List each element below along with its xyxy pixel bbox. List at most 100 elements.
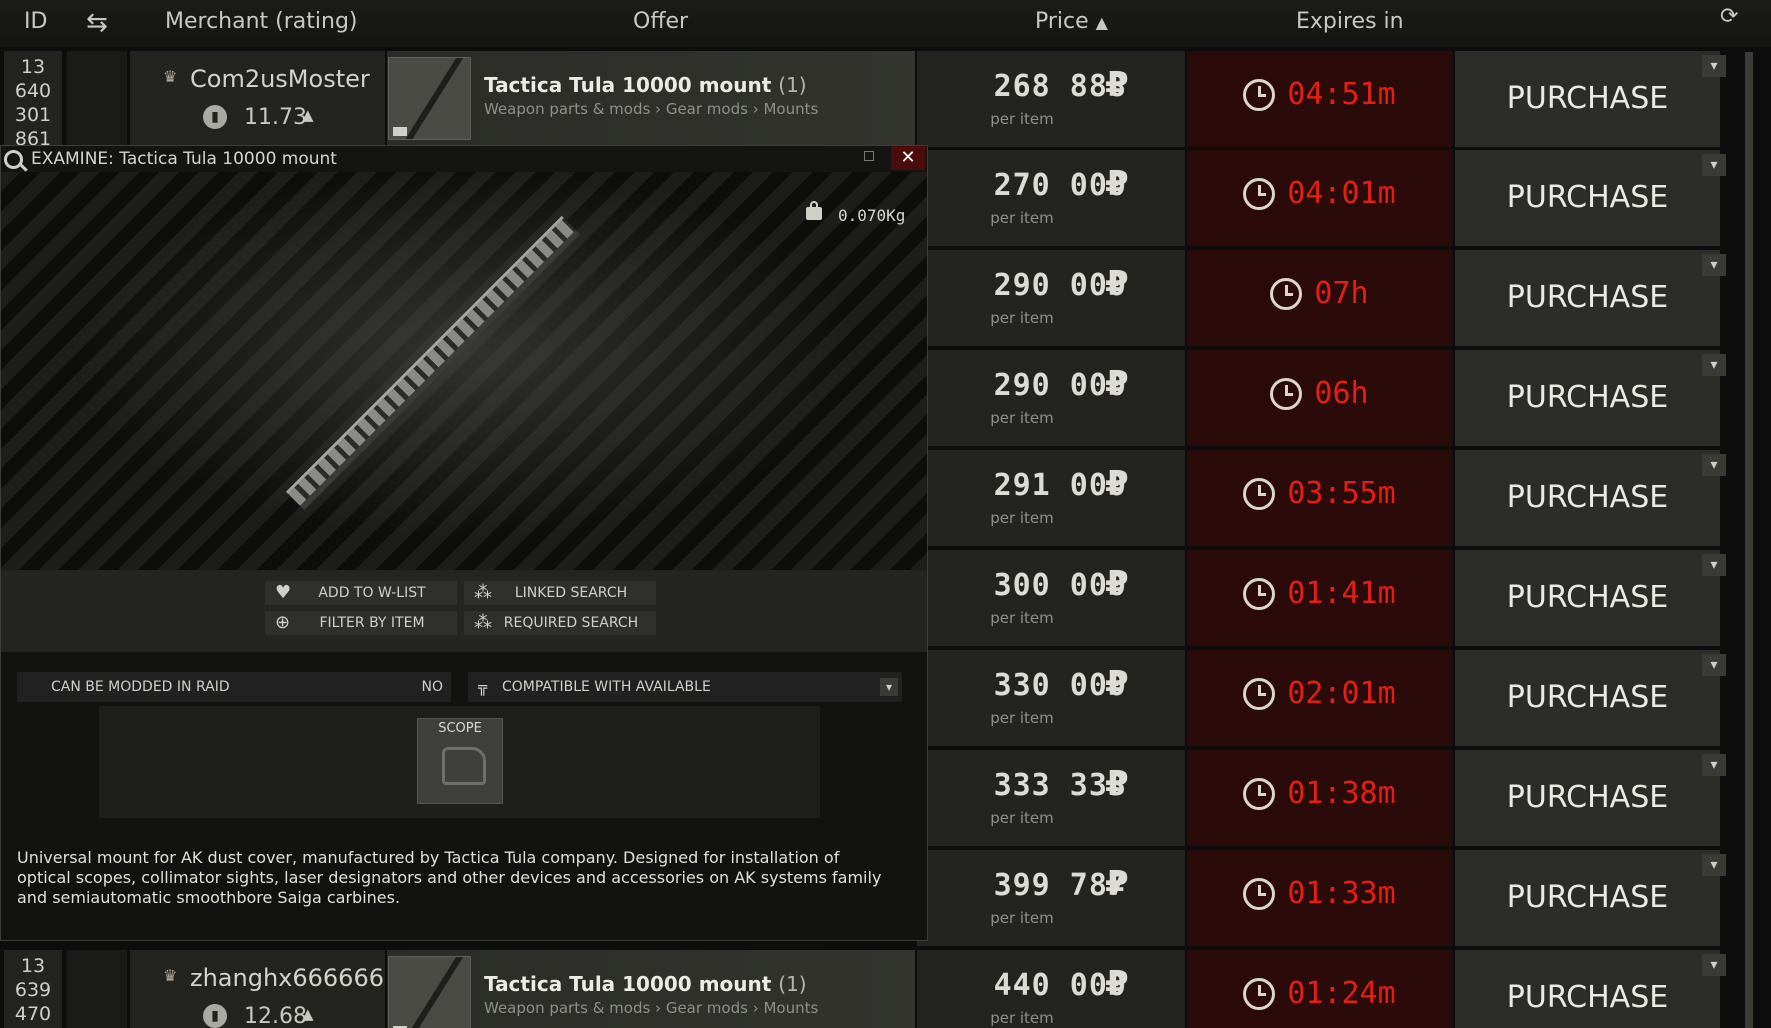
per-item-label: per item <box>990 709 1054 727</box>
circular-arrow-icon[interactable]: ⟳ <box>1720 4 1738 29</box>
offer-id: 13 640 301 861 <box>4 51 62 147</box>
ruble-icon: ₽ <box>1105 864 1129 904</box>
ruble-icon: ₽ <box>1105 664 1129 704</box>
purchase-button[interactable]: PURCHASE <box>1455 550 1720 646</box>
item-3d-view[interactable]: 0.070Kg <box>1 172 927 570</box>
scope-slot-icon <box>442 747 486 785</box>
col-offer-header[interactable]: Offer <box>633 9 688 34</box>
per-item-label: per item <box>990 609 1054 627</box>
ruble-icon: ₽ <box>1105 65 1129 105</box>
merchant-name[interactable]: zhanghx666666 <box>190 964 384 992</box>
price-cell: 330 000 ₽ per item <box>917 650 1185 746</box>
filter-by-item-button[interactable]: ⊕ FILTER BY ITEM <box>265 611 457 635</box>
ruble-icon: ₽ <box>1105 564 1129 604</box>
expires-value: 01:38m <box>1287 776 1396 811</box>
purchase-button[interactable]: PURCHASE <box>1455 750 1720 846</box>
refresh-swap-icon[interactable]: ⇆ <box>86 8 108 38</box>
compatible-label: COMPATIBLE WITH AVAILABLE <box>502 679 711 695</box>
offer-id: 13 639 470 <box>4 950 62 1028</box>
expires-value: 02:01m <box>1287 676 1396 711</box>
expires-cell: 01:33m <box>1187 850 1452 946</box>
examine-details: CAN BE MODDED IN RAID NO ╦ COMPATIBLE WI… <box>1 652 927 940</box>
chevron-down-icon[interactable]: ▾ <box>1702 55 1726 77</box>
expires-cell: 02:01m <box>1187 650 1452 746</box>
price-cell: 300 000 ₽ per item <box>917 550 1185 646</box>
expires-cell: 01:41m <box>1187 550 1452 646</box>
price-value: 268 888 <box>993 69 1127 104</box>
col-merchant-header[interactable]: Merchant (rating) <box>165 9 358 34</box>
chevron-down-icon[interactable]: ▾ <box>1702 854 1726 876</box>
chevron-down-icon[interactable]: ▾ <box>880 678 898 696</box>
price-value: 290 000 <box>993 368 1127 403</box>
col-id-header[interactable]: ID <box>24 9 47 34</box>
chevron-down-icon[interactable]: ▾ <box>1702 554 1726 576</box>
item-thumbnail[interactable] <box>388 956 471 1028</box>
chevron-down-icon[interactable]: ▾ <box>1702 954 1726 976</box>
offer-title-text: Tactica Tula 10000 mount <box>484 972 772 996</box>
scrollbar-thumb[interactable] <box>1745 52 1753 1028</box>
per-item-label: per item <box>990 110 1054 128</box>
scope-slot[interactable]: SCOPE <box>417 718 503 804</box>
purchase-button[interactable]: PURCHASE <box>1455 850 1720 946</box>
purchase-button[interactable]: PURCHASE <box>1455 450 1720 546</box>
purchase-button[interactable]: PURCHASE <box>1455 350 1720 446</box>
chevron-down-icon[interactable]: ▾ <box>1702 654 1726 676</box>
modded-in-raid-value: NO <box>421 679 444 695</box>
weight-icon <box>806 201 822 220</box>
purchase-button[interactable]: PURCHASE <box>1455 150 1720 246</box>
offer-id-part: 861 <box>14 128 52 147</box>
offer-id-part: 13 <box>20 56 46 78</box>
magnifier-icon <box>4 150 23 169</box>
per-item-label: per item <box>990 409 1054 427</box>
price-cell: 440 000 ₽ per item <box>917 950 1185 1028</box>
purchase-button[interactable]: PURCHASE <box>1455 250 1720 346</box>
chevron-down-icon[interactable]: ▾ <box>1702 454 1726 476</box>
merchant-rating: 11.73 <box>244 105 307 130</box>
clock-icon <box>1243 677 1276 710</box>
col-expires-header[interactable]: Expires in <box>1296 9 1404 34</box>
purchase-button[interactable]: PURCHASE <box>1455 51 1720 147</box>
rating-icon: ▮ <box>203 105 227 129</box>
chevron-down-icon[interactable]: ▾ <box>1702 254 1726 276</box>
scrollbar[interactable] <box>1745 52 1753 1028</box>
add-to-wlist-button[interactable]: ♥ ADD TO W-LIST <box>265 581 457 605</box>
chevron-down-icon[interactable]: ▾ <box>1702 154 1726 176</box>
chevron-down-icon[interactable]: ▾ <box>1702 354 1726 376</box>
ruble-icon: ₽ <box>1105 764 1129 804</box>
crown-icon: ♛ <box>163 966 178 985</box>
purchase-button[interactable]: PURCHASE <box>1455 950 1720 1028</box>
col-price-header[interactable]: Price ▲ <box>1035 9 1108 34</box>
minimize-icon[interactable] <box>864 151 874 161</box>
purchase-button[interactable]: PURCHASE <box>1455 650 1720 746</box>
scope-slot-label: SCOPE <box>438 721 482 736</box>
linked-search-label: LINKED SEARCH <box>514 585 628 601</box>
linked-search-button[interactable]: ⁂ LINKED SEARCH <box>464 581 656 605</box>
row-spacer <box>67 950 127 1028</box>
expires-cell: 04:01m <box>1187 150 1452 246</box>
close-button[interactable]: ✕ <box>891 146 925 170</box>
rail-mount-image <box>285 215 581 511</box>
offer-title[interactable]: Tactica Tula 10000 mount (1) <box>484 73 807 97</box>
expires-value: 06h <box>1314 376 1369 411</box>
merchant-name[interactable]: Com2usMoster <box>190 65 370 93</box>
merchant-cell[interactable]: ♛ Com2usMoster ▮ 11.73 ▲ <box>130 51 385 147</box>
ruble-icon: ₽ <box>1105 464 1129 504</box>
item-thumbnail[interactable] <box>388 57 471 140</box>
expires-value: 04:01m <box>1287 176 1396 211</box>
clock-icon <box>1270 277 1303 310</box>
modded-in-raid-label: CAN BE MODDED IN RAID <box>51 679 230 695</box>
offer-title[interactable]: Tactica Tula 10000 mount (1) <box>484 972 807 996</box>
expires-value: 04:51m <box>1287 77 1396 112</box>
expires-cell: 04:51m <box>1187 51 1452 147</box>
price-value: 290 000 <box>993 268 1127 303</box>
gun-icon: ╦ <box>478 678 488 696</box>
offer-id-part: 470 <box>14 1003 52 1025</box>
ruble-icon: ₽ <box>1105 964 1129 1004</box>
expires-value: 07h <box>1314 276 1369 311</box>
compatible-filter-dropdown[interactable]: ╦ COMPATIBLE WITH AVAILABLE ▾ <box>468 672 902 702</box>
merchant-cell[interactable]: ♛ zhanghx666666 ▮ 12.68 ▲ <box>130 950 385 1028</box>
examine-title-bar[interactable]: EXAMINE: Tactica Tula 10000 mount ✕ <box>1 146 927 173</box>
required-search-button[interactable]: ⁂ REQUIRED SEARCH <box>464 611 656 635</box>
price-cell: 290 000 ₽ per item <box>917 350 1185 446</box>
chevron-down-icon[interactable]: ▾ <box>1702 754 1726 776</box>
